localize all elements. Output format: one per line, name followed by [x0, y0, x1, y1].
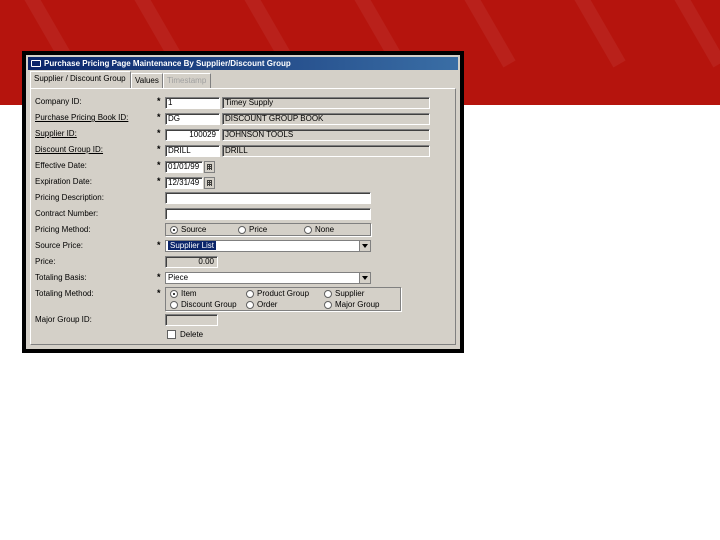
- pricing-book-name-display: DISCOUNT GROUP BOOK: [222, 113, 430, 125]
- delete-label: Delete: [180, 330, 204, 339]
- banner-stripe: [668, 0, 720, 68]
- supplier-id-label[interactable]: Supplier ID:: [35, 129, 77, 138]
- tab-supplier-discount-group[interactable]: Supplier / Discount Group: [30, 71, 131, 88]
- totaling-basis-value: Piece: [168, 273, 189, 282]
- tab-timestamp[interactable]: Timestamp: [163, 73, 211, 88]
- company-id-input[interactable]: 1: [165, 97, 220, 109]
- discount-group-name-display: DRILL: [222, 145, 430, 157]
- radio-source[interactable]: Source: [170, 225, 206, 234]
- pricing-book-id-input[interactable]: DG: [165, 113, 220, 125]
- contract-number-label: Contract Number:: [35, 209, 99, 218]
- app-icon: [31, 60, 41, 67]
- price-label: Price:: [35, 257, 56, 266]
- pricing-method-group: Source Price None: [165, 223, 371, 236]
- discount-group-id-label[interactable]: Discount Group ID:: [35, 145, 103, 154]
- source-price-value: Supplier List: [168, 241, 217, 250]
- calendar-icon[interactable]: [204, 177, 215, 189]
- major-group-id-input[interactable]: [165, 314, 218, 326]
- calendar-icon[interactable]: [204, 161, 215, 173]
- required-marker: *: [157, 112, 161, 122]
- title-bar[interactable]: Purchase Pricing Page Maintenance By Sup…: [28, 57, 458, 70]
- required-marker: *: [157, 272, 161, 282]
- radio-product-group[interactable]: Product Group: [246, 289, 309, 298]
- radio-discount-group-label: Discount Group: [181, 300, 237, 309]
- radio-dot: [324, 300, 332, 309]
- expiration-date-input[interactable]: 12/31/49: [165, 177, 203, 189]
- required-marker: *: [157, 144, 161, 154]
- radio-none[interactable]: None: [304, 225, 334, 234]
- supplier-id-input[interactable]: 100029: [165, 129, 220, 141]
- totaling-method-group: Item Product Group Supplier Discount Gro…: [165, 287, 401, 311]
- radio-major-group[interactable]: Major Group: [324, 300, 379, 309]
- radio-major-group-label: Major Group: [335, 300, 380, 309]
- radio-dot: [170, 225, 178, 234]
- radio-price-label: Price: [249, 225, 268, 234]
- tab-values[interactable]: Values: [131, 73, 163, 88]
- radio-dot: [170, 300, 178, 309]
- contract-number-input[interactable]: [165, 208, 371, 220]
- totaling-basis-label: Totaling Basis:: [35, 273, 87, 282]
- discount-group-id-input[interactable]: DRILL: [165, 145, 220, 157]
- radio-supplier[interactable]: Supplier: [324, 289, 364, 298]
- app-window: Purchase Pricing Page Maintenance By Sup…: [22, 51, 464, 353]
- banner-stripe: [568, 0, 626, 68]
- pricing-description-input[interactable]: [165, 192, 371, 204]
- delete-checkbox[interactable]: Delete: [167, 330, 203, 339]
- required-marker: *: [157, 160, 161, 170]
- radio-order[interactable]: Order: [246, 300, 277, 309]
- required-marker: *: [157, 128, 161, 138]
- required-marker: *: [157, 176, 161, 186]
- expiration-date-label: Expiration Date:: [35, 177, 92, 186]
- radio-order-label: Order: [257, 300, 278, 309]
- radio-item-label: Item: [181, 289, 197, 298]
- radio-dot: [246, 300, 254, 309]
- totaling-basis-select[interactable]: Piece: [165, 272, 371, 284]
- radio-product-group-label: Product Group: [257, 289, 310, 298]
- radio-dot: [238, 225, 246, 234]
- chevron-down-icon[interactable]: [359, 273, 370, 283]
- radio-price[interactable]: Price: [238, 225, 267, 234]
- radio-discount-group[interactable]: Discount Group: [170, 300, 237, 309]
- pricing-description-label: Pricing Description:: [35, 193, 104, 202]
- company-name-display: Timey Supply: [222, 97, 430, 109]
- required-marker: *: [157, 288, 161, 298]
- pricing-book-id-label[interactable]: Purchase Pricing Book ID:: [35, 113, 128, 122]
- radio-dot: [324, 289, 332, 298]
- major-group-id-label: Major Group ID:: [35, 315, 92, 324]
- form-panel: Company ID: * 1 Timey Supply Purchase Pr…: [30, 88, 456, 345]
- supplier-name-display: JOHNSON TOOLS: [222, 129, 430, 141]
- company-id-label: Company ID:: [35, 97, 82, 106]
- totaling-method-label: Totaling Method:: [35, 289, 94, 298]
- checkbox-box: [167, 330, 176, 339]
- radio-dot: [246, 289, 254, 298]
- radio-source-label: Source: [181, 225, 207, 234]
- radio-dot: [170, 289, 178, 298]
- window-body: Purchase Pricing Page Maintenance By Sup…: [26, 55, 460, 349]
- effective-date-label: Effective Date:: [35, 161, 87, 170]
- required-marker: *: [157, 240, 161, 250]
- radio-supplier-label: Supplier: [335, 289, 365, 298]
- radio-item[interactable]: Item: [170, 289, 197, 298]
- radio-dot: [304, 225, 312, 234]
- banner-stripe: [458, 0, 516, 68]
- source-price-select[interactable]: Supplier List: [165, 240, 371, 252]
- pricing-method-label: Pricing Method:: [35, 225, 91, 234]
- effective-date-input[interactable]: 01/01/99: [165, 161, 203, 173]
- chevron-down-icon[interactable]: [359, 241, 370, 251]
- price-display: 0.00: [165, 256, 218, 268]
- source-price-label: Source Price:: [35, 241, 84, 250]
- window-title: Purchase Pricing Page Maintenance By Sup…: [44, 59, 291, 68]
- radio-none-label: None: [315, 225, 335, 234]
- required-marker: *: [157, 96, 161, 106]
